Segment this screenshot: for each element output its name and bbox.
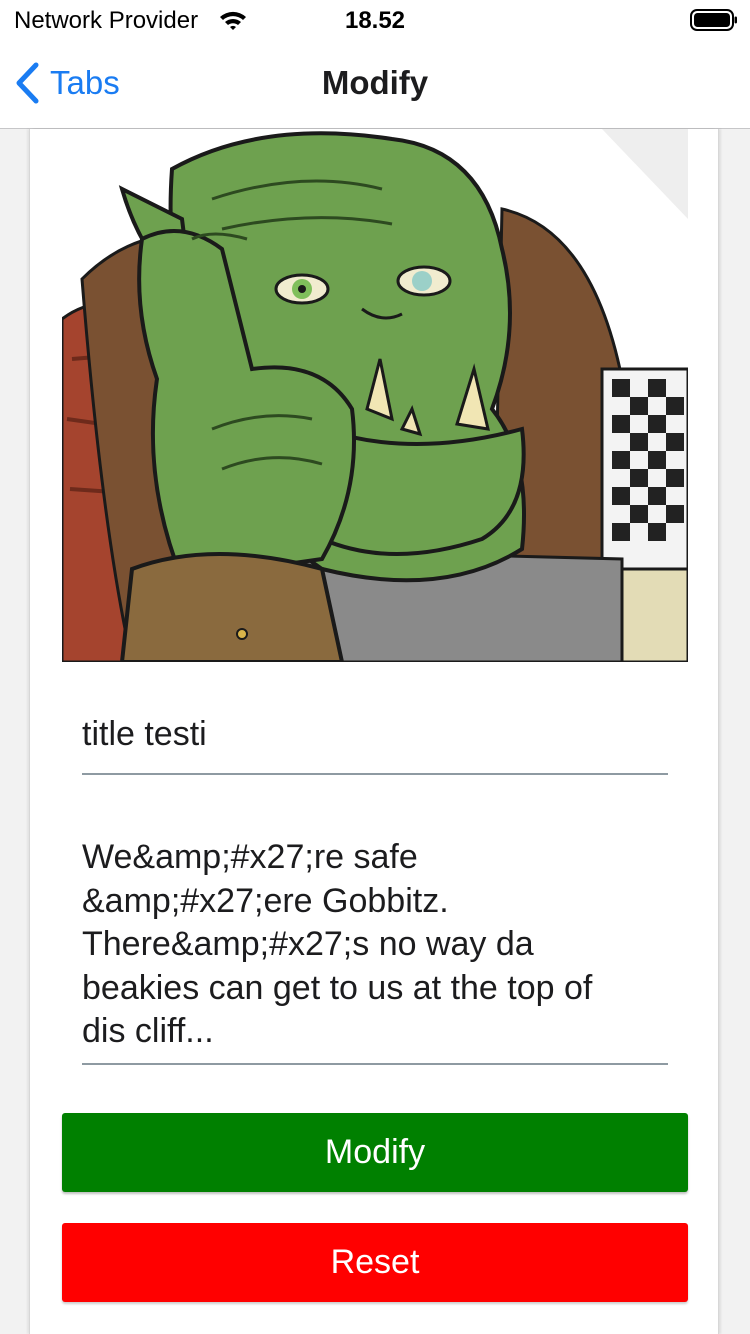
body-textarea[interactable]: We&amp;#x27;re safe &amp;#x27;ere Gobbit…	[82, 834, 668, 1065]
body-textarea-value: We&amp;#x27;re safe &amp;#x27;ere Gobbit…	[82, 838, 593, 1050]
battery-full-icon	[690, 9, 737, 31]
navigation-bar: Tabs Modify	[0, 40, 750, 129]
orc-illustration-image	[62, 129, 688, 662]
title-input-value: title testi	[82, 715, 207, 753]
reset-button[interactable]: Reset	[62, 1223, 688, 1302]
clock: 18.52	[344, 7, 406, 34]
title-input[interactable]: title testi	[82, 711, 668, 775]
page-title: Modify	[321, 64, 429, 101]
status-bar: Network Provider 18.52	[0, 0, 750, 40]
modify-button[interactable]: Modify	[62, 1113, 688, 1192]
edit-card: title testi We&amp;#x27;re safe &amp;#x2…	[30, 129, 718, 1334]
